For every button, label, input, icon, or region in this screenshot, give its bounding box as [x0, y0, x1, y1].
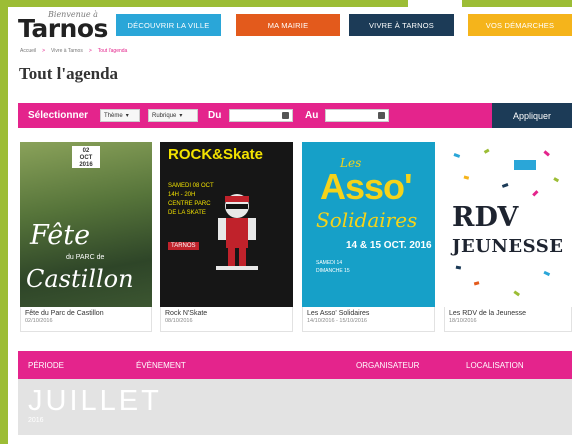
apply-button[interactable]: Appliquer — [492, 103, 572, 128]
event-caption: Fête du Parc de Castillon 02/10/2016 — [20, 307, 152, 332]
poster-heading: ROCK&Skate — [168, 146, 264, 163]
event-date: 18/10/2016 — [449, 318, 477, 324]
agenda-table-header: Période Évènement Organisateur Localisat… — [18, 351, 572, 379]
from-label: Du — [208, 110, 222, 121]
nav-vos-demarches[interactable]: Vos démarches — [468, 14, 572, 36]
month-name: JUILLET — [28, 385, 162, 417]
badge-year: 2016 — [79, 162, 93, 169]
rubrique-select-value: Rubrique — [152, 112, 177, 119]
chevron-down-icon: ▾ — [125, 113, 129, 119]
poster-schedule: SAMEDI 14 DIMANCHE 15 — [316, 260, 350, 275]
month-section: JUILLET 2016 — [18, 379, 572, 435]
calendar-icon[interactable] — [282, 112, 289, 119]
event-caption: Les Asso' Solidaires 14/10/2016 - 15/10/… — [302, 307, 435, 332]
event-card[interactable]: ROCK&Skate SAMEDI 08 OCT 14H - 20H CENTR… — [160, 142, 293, 332]
column-header-period[interactable]: Période — [28, 361, 64, 370]
event-card[interactable]: 02 OCT 2016 Fête du PARC de Castillon Fê… — [20, 142, 152, 332]
breadcrumb-home[interactable]: Accueil — [20, 48, 36, 54]
breadcrumb-current: Tout l'agenda — [97, 48, 128, 54]
column-header-location[interactable]: Localisation — [466, 361, 524, 370]
top-accent-bar — [8, 0, 408, 7]
event-date: 14/10/2016 - 15/10/2016 — [307, 318, 367, 324]
poster-schedule-row: SAMEDI 14 — [316, 260, 343, 266]
filter-bar: Sélectionner Thème ▾ Rubrique ▾ Du Au Ap… — [18, 103, 572, 128]
nav-decouvrir-la-ville[interactable]: Découvrir la ville — [116, 14, 221, 36]
filter-label: Sélectionner — [28, 110, 89, 121]
poster-tag: TARNOS — [168, 242, 199, 250]
event-date: 02/10/2016 — [25, 318, 53, 324]
event-title[interactable]: Fête du Parc de Castillon — [25, 310, 147, 317]
poster-title-line1: Fête — [30, 220, 91, 251]
to-date-input[interactable] — [325, 109, 389, 122]
calendar-icon[interactable] — [378, 112, 385, 119]
poster-info-line: CENTRE PARC — [168, 201, 211, 207]
event-poster[interactable]: Les Asso' Solidaires 14 & 15 OCT. 2016 S… — [302, 142, 435, 307]
poster-title-line3: Castillon — [26, 265, 134, 293]
poster-title-line2: JEUNESSE — [452, 236, 564, 257]
event-caption: Rock N'Skate 08/10/2016 — [160, 307, 293, 332]
poster-title-line2: du PARC de — [66, 254, 105, 261]
column-header-event[interactable]: Évènement — [136, 361, 186, 370]
event-poster[interactable]: RDV JEUNESSE — [444, 142, 572, 307]
page-title: Tout l'agenda — [19, 64, 119, 83]
poster-title-line3: Solidaires — [316, 208, 418, 232]
breadcrumb-separator: > — [42, 48, 46, 54]
logo-text: Tarnos — [18, 14, 108, 43]
poster-dates: 14 & 15 OCT. 2016 — [346, 240, 432, 251]
to-label: Au — [305, 110, 319, 121]
poster-info-line: SAMEDI 08 OCT — [168, 183, 214, 189]
event-poster[interactable]: ROCK&Skate SAMEDI 08 OCT 14H - 20H CENTR… — [160, 142, 293, 307]
event-title[interactable]: Les RDV de la Jeunesse — [449, 310, 567, 317]
rubrique-select[interactable]: Rubrique ▾ — [148, 109, 198, 122]
event-caption: Les RDV de la Jeunesse 18/10/2016 — [444, 307, 572, 332]
top-accent-bar-right — [462, 0, 572, 7]
site-logo[interactable]: Bienvenue à Tarnos — [18, 8, 113, 43]
nav-ma-mairie[interactable]: Ma mairie — [236, 14, 340, 36]
nav-vivre-a-tarnos[interactable]: Vivre à Tarnos — [349, 14, 454, 36]
poster-title-line2: Asso' — [320, 166, 413, 207]
badge-day: 02 — [82, 148, 90, 154]
monkey-illustration-icon — [216, 194, 258, 270]
month-year: 2016 — [28, 417, 44, 424]
poster-info-line: 14H - 20H — [168, 192, 196, 198]
poster-info: SAMEDI 08 OCT 14H - 20H CENTRE PARC DE L… — [168, 182, 214, 218]
date-badge: 02 OCT 2016 — [72, 146, 100, 168]
breadcrumb-vivre[interactable]: Vivre à Tarnos — [51, 48, 83, 54]
chevron-down-icon: ▾ — [179, 113, 183, 119]
column-header-organizer[interactable]: Organisateur — [356, 361, 419, 370]
event-card[interactable]: RDV JEUNESSE Les RDV de la Jeunesse 18/1… — [444, 142, 572, 332]
event-date: 08/10/2016 — [165, 318, 193, 324]
badge-month: OCT — [79, 155, 93, 162]
poster-title-line1: RDV — [452, 202, 519, 233]
from-date-input[interactable] — [229, 109, 293, 122]
poster-schedule-row: DIMANCHE 15 — [316, 267, 350, 274]
event-title[interactable]: Rock N'Skate — [165, 310, 288, 317]
poster-info-line: DE LA SKATE — [168, 210, 206, 216]
event-card[interactable]: Les Asso' Solidaires 14 & 15 OCT. 2016 S… — [302, 142, 435, 332]
theme-select[interactable]: Thème ▾ — [100, 109, 140, 122]
breadcrumb: Accueil > Vivre à Tarnos > Tout l'agenda — [20, 48, 127, 54]
event-title[interactable]: Les Asso' Solidaires — [307, 310, 430, 317]
breadcrumb-separator: > — [88, 48, 92, 54]
left-accent-bar — [0, 0, 8, 444]
theme-select-value: Thème — [104, 112, 123, 119]
event-poster[interactable]: 02 OCT 2016 Fête du PARC de Castillon — [20, 142, 152, 307]
